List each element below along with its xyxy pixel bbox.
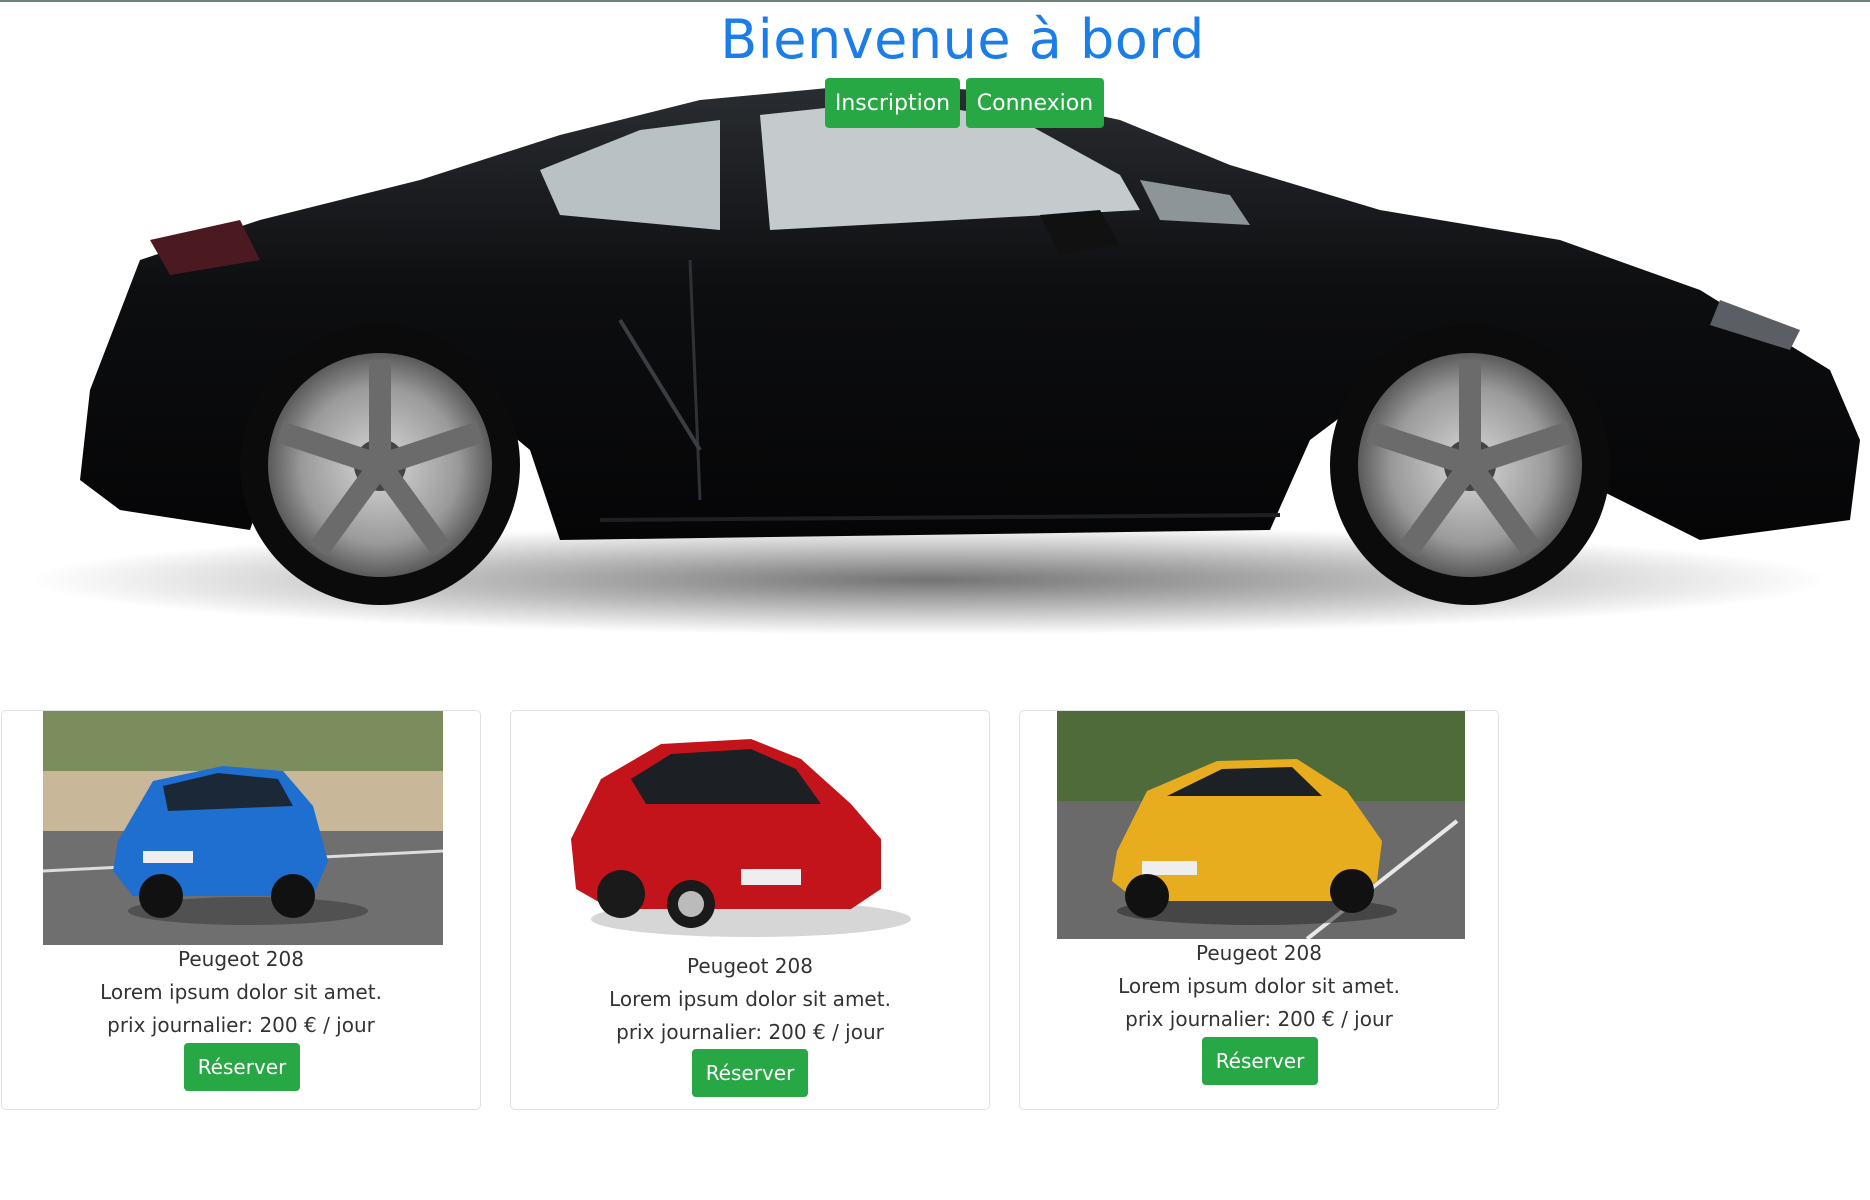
car-image-red xyxy=(551,719,951,954)
connexion-button[interactable]: Connexion xyxy=(966,78,1104,128)
car-name: Peugeot 208 xyxy=(178,947,304,971)
hero-section: Bienvenue à bord Inscription Connexion xyxy=(0,0,1870,680)
reserve-button[interactable]: Réserver xyxy=(692,1049,808,1097)
car-card: Peugeot 208 Lorem ipsum dolor sit amet. … xyxy=(510,710,990,1110)
page-title: Bienvenue à bord xyxy=(720,8,1205,71)
car-price: prix journalier: 200 € / jour xyxy=(616,1020,884,1044)
car-image-blue xyxy=(43,711,443,945)
car-price: prix journalier: 200 € / jour xyxy=(1125,1007,1393,1031)
car-card: Peugeot 208 Lorem ipsum dolor sit amet. … xyxy=(1,710,481,1110)
car-name: Peugeot 208 xyxy=(1196,941,1322,965)
card-text: Peugeot 208 Lorem ipsum dolor sit amet. … xyxy=(2,943,480,1042)
car-description: Lorem ipsum dolor sit amet. xyxy=(1118,974,1400,998)
reserve-button[interactable]: Réserver xyxy=(184,1043,300,1091)
card-text: Peugeot 208 Lorem ipsum dolor sit amet. … xyxy=(1020,937,1498,1036)
auth-buttons: Inscription Connexion xyxy=(825,78,1104,128)
car-name: Peugeot 208 xyxy=(687,954,813,978)
car-card: Peugeot 208 Lorem ipsum dolor sit amet. … xyxy=(1019,710,1499,1110)
car-price: prix journalier: 200 € / jour xyxy=(107,1013,375,1037)
inscription-button[interactable]: Inscription xyxy=(825,78,960,128)
car-image-yellow xyxy=(1057,711,1465,939)
hero-car-image xyxy=(30,85,1860,635)
car-description: Lorem ipsum dolor sit amet. xyxy=(609,987,891,1011)
card-text: Peugeot 208 Lorem ipsum dolor sit amet. … xyxy=(511,950,989,1049)
reserve-button[interactable]: Réserver xyxy=(1202,1037,1318,1085)
car-description: Lorem ipsum dolor sit amet. xyxy=(100,980,382,1004)
